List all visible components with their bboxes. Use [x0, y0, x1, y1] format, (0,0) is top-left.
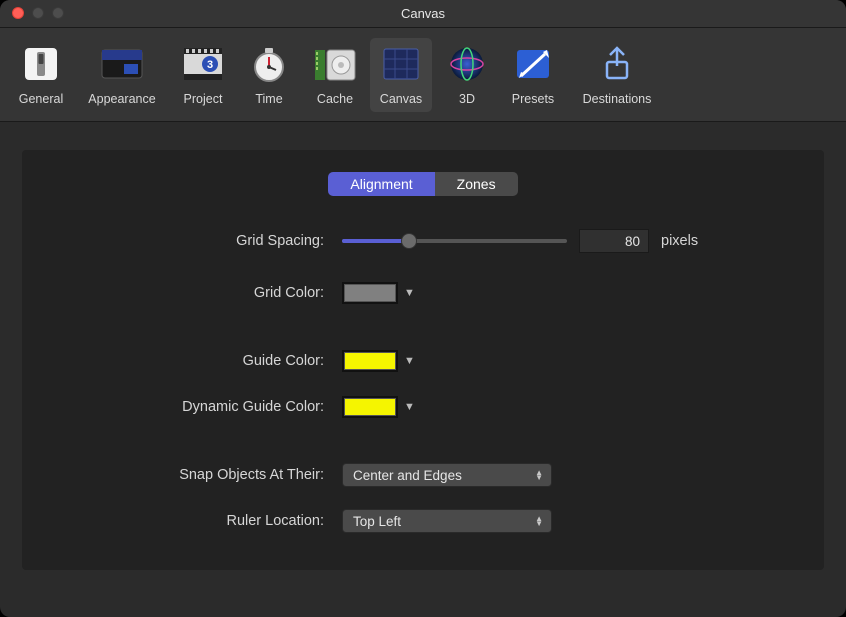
- toolbar-tab-3d[interactable]: 3D: [436, 38, 498, 112]
- dynamic-guide-color-label: Dynamic Guide Color:: [52, 399, 342, 415]
- toolbar-label: Appearance: [88, 92, 155, 106]
- grid-spacing-unit: pixels: [661, 233, 698, 249]
- window-title: Canvas: [0, 6, 846, 21]
- window-zoom-button[interactable]: [52, 7, 64, 19]
- chevron-down-icon[interactable]: ▼: [404, 287, 415, 299]
- toolbar-label: Cache: [317, 92, 353, 106]
- ruler-location-value: Top Left: [353, 514, 401, 529]
- stepper-arrows-icon: ▲▼: [535, 470, 543, 480]
- project-icon: 3: [181, 42, 225, 86]
- presets-icon: [511, 42, 555, 86]
- chevron-down-icon[interactable]: ▼: [404, 401, 415, 413]
- grid-color-well[interactable]: [342, 282, 398, 304]
- time-icon: [247, 42, 291, 86]
- toolbar-label: Project: [184, 92, 223, 106]
- toolbar-label: 3D: [459, 92, 475, 106]
- window-minimize-button[interactable]: [32, 7, 44, 19]
- grid-spacing-field[interactable]: [579, 229, 649, 253]
- canvas-icon: [379, 42, 423, 86]
- toolbar-label: Time: [255, 92, 282, 106]
- grid-color-label: Grid Color:: [52, 285, 342, 301]
- toolbar-tab-cache[interactable]: Cache: [304, 38, 366, 112]
- toolbar-tab-canvas[interactable]: Canvas: [370, 38, 432, 112]
- snap-objects-label: Snap Objects At Their:: [52, 467, 342, 483]
- segment-zones[interactable]: Zones: [435, 172, 518, 196]
- toolbar-tab-appearance[interactable]: Appearance: [76, 38, 168, 112]
- guide-color-label: Guide Color:: [52, 353, 342, 369]
- destinations-icon: [595, 42, 639, 86]
- snap-objects-value: Center and Edges: [353, 468, 462, 483]
- grid-spacing-slider[interactable]: [342, 232, 567, 250]
- ruler-location-popup[interactable]: Top Left ▲▼: [342, 509, 552, 533]
- toolbar-tab-destinations[interactable]: Destinations: [568, 38, 666, 112]
- toolbar-tab-general[interactable]: General: [10, 38, 72, 112]
- appearance-icon: [100, 42, 144, 86]
- toolbar-tab-project[interactable]: 3 Project: [172, 38, 234, 112]
- toolbar-label: Canvas: [380, 92, 422, 106]
- dynamic-guide-color-well[interactable]: [342, 396, 398, 418]
- 3d-icon: [445, 42, 489, 86]
- toolbar-label: Destinations: [583, 92, 652, 106]
- svg-text:3: 3: [207, 59, 213, 71]
- canvas-settings-panel: Alignment Zones Grid Spacing: pixels: [22, 150, 824, 570]
- toolbar-label: General: [19, 92, 63, 106]
- window-close-button[interactable]: [12, 7, 24, 19]
- preferences-toolbar: General Appearance 3 Project Time Cache: [0, 28, 846, 122]
- stepper-arrows-icon: ▲▼: [535, 516, 543, 526]
- toolbar-tab-time[interactable]: Time: [238, 38, 300, 112]
- snap-objects-popup[interactable]: Center and Edges ▲▼: [342, 463, 552, 487]
- chevron-down-icon[interactable]: ▼: [404, 355, 415, 367]
- segment-alignment[interactable]: Alignment: [328, 172, 434, 196]
- cache-icon: [313, 42, 357, 86]
- titlebar: Canvas: [0, 0, 846, 28]
- alignment-zones-segmented: Alignment Zones: [328, 172, 517, 196]
- toolbar-label: Presets: [512, 92, 554, 106]
- grid-spacing-label: Grid Spacing:: [52, 233, 342, 249]
- guide-color-well[interactable]: [342, 350, 398, 372]
- general-icon: [19, 42, 63, 86]
- toolbar-tab-presets[interactable]: Presets: [502, 38, 564, 112]
- ruler-location-label: Ruler Location:: [52, 513, 342, 529]
